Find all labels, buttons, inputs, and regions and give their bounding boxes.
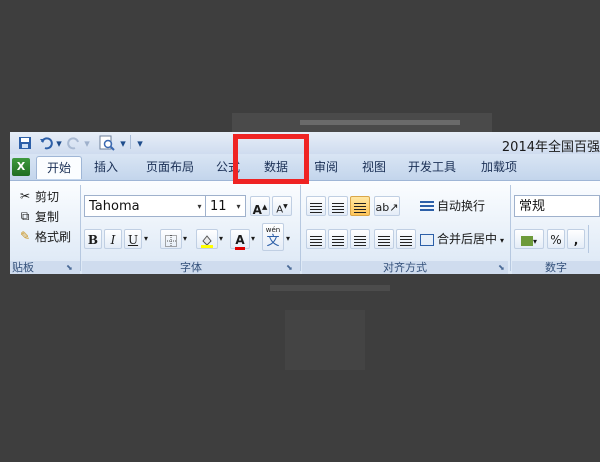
cut-label: 剪切 <box>35 189 60 204</box>
align-left-button[interactable] <box>306 229 326 249</box>
fill-color-icon <box>201 234 213 248</box>
format-painter-button[interactable]: ✎ 格式刷 <box>18 227 71 245</box>
underline-dropdown-icon[interactable]: ▾ <box>144 229 154 249</box>
decrease-indent-button[interactable] <box>374 229 394 249</box>
qa-separator <box>130 135 131 149</box>
decrease-indent-icon <box>378 235 390 246</box>
border-icon <box>165 234 177 247</box>
fill-color-dropdown-icon[interactable]: ▾ <box>219 229 229 249</box>
currency-icon <box>520 235 533 246</box>
font-size-dropdown-icon[interactable]: ▾ <box>232 195 246 217</box>
currency-button[interactable]: ▾ <box>514 229 544 249</box>
undo-icon[interactable] <box>38 135 54 151</box>
tab-page-layout[interactable]: 页面布局 <box>138 156 202 178</box>
cut-button[interactable]: ✂ 剪切 <box>18 187 59 205</box>
wrap-text-label: 自动换行 <box>437 199 486 213</box>
align-middle-icon <box>332 202 344 213</box>
copy-button[interactable]: ⧉ 复制 <box>18 207 59 225</box>
merge-center-button[interactable]: 合并后居中 ▾ <box>420 229 504 249</box>
align-bottom-button[interactable] <box>350 196 370 216</box>
phonetic-icon: 文 <box>266 234 280 249</box>
align-center-button[interactable] <box>328 229 348 249</box>
tab-home[interactable]: 开始 <box>36 156 82 179</box>
align-right-button[interactable] <box>350 229 370 249</box>
align-top-button[interactable] <box>306 196 326 216</box>
print-dropdown-icon[interactable]: ▾ <box>118 135 128 151</box>
border-dropdown-icon[interactable]: ▾ <box>183 229 193 249</box>
currency-dropdown-icon: ▾ <box>532 237 537 246</box>
font-group-label: 字体 <box>82 261 300 274</box>
align-bottom-icon <box>354 202 366 213</box>
font-launcher-icon[interactable]: ⬊ <box>286 263 293 272</box>
tab-developer[interactable]: 开发工具 <box>402 156 462 178</box>
font-color-dropdown-icon[interactable]: ▾ <box>251 229 261 249</box>
phonetic-dropdown-icon[interactable]: ▾ <box>286 229 296 249</box>
comma-button[interactable]: , <box>567 229 585 249</box>
align-left-icon <box>310 235 322 246</box>
group-separator <box>510 185 511 271</box>
font-size-input[interactable]: 11 <box>205 195 233 217</box>
tab-add-ins[interactable]: 加载项 <box>474 156 524 178</box>
background-shadow-block <box>285 310 365 370</box>
number-format-input[interactable]: 常规 <box>514 195 600 217</box>
orientation-button[interactable]: ab↗ <box>374 196 400 216</box>
cut-icon: ✂ <box>19 189 31 203</box>
merge-center-label: 合并后居中 <box>437 232 498 246</box>
undo-dropdown-icon[interactable]: ▾ <box>54 135 64 151</box>
align-top-icon <box>310 202 322 213</box>
increase-indent-icon <box>400 235 412 246</box>
font-color-icon: A <box>235 233 245 250</box>
excel-icon[interactable]: X <box>12 158 30 176</box>
orientation-icon: ab↗ <box>375 201 399 214</box>
border-button[interactable] <box>160 229 182 249</box>
format-painter-label: 格式刷 <box>35 229 72 244</box>
ribbon-panel-home: ✂ 剪切 ⧉ 复制 ✎ 格式刷 贴板 ⬊ Tahoma ▾ 11 ▾ A▲ A▼… <box>10 180 600 274</box>
copy-icon: ⧉ <box>20 208 30 223</box>
bold-button[interactable]: B <box>84 229 102 249</box>
align-middle-button[interactable] <box>328 196 348 216</box>
alignment-launcher-icon[interactable]: ⬊ <box>498 263 505 272</box>
background-shadow <box>270 285 390 291</box>
tab-insert[interactable]: 插入 <box>86 156 126 178</box>
grow-font-button[interactable]: A▲ <box>250 196 270 217</box>
redo-icon[interactable] <box>66 135 82 151</box>
group-separator <box>300 185 301 271</box>
format-painter-icon: ✎ <box>19 229 31 243</box>
underline-button[interactable]: U <box>124 229 142 249</box>
align-center-icon <box>332 235 344 246</box>
grow-font-icon: A <box>252 203 262 217</box>
phonetic-button[interactable]: wén 文 <box>262 223 284 251</box>
document-title: 2014年全国百强 <box>501 140 600 155</box>
alignment-group-label: 对齐方式 <box>302 261 508 274</box>
print-preview-icon[interactable] <box>96 135 118 151</box>
customize-quick-access-icon[interactable]: ▾ <box>134 135 146 151</box>
launcher-icon[interactable]: ⬊ <box>66 263 73 272</box>
font-name-input[interactable]: Tahoma <box>84 195 194 217</box>
tab-view[interactable]: 视图 <box>354 156 394 178</box>
group-separator <box>588 225 589 253</box>
tab-review[interactable]: 审阅 <box>306 156 346 178</box>
percent-button[interactable]: % <box>547 229 565 249</box>
increase-indent-button[interactable] <box>396 229 416 249</box>
fill-color-button[interactable] <box>196 229 218 249</box>
copy-label: 复制 <box>35 209 60 224</box>
redo-dropdown-icon[interactable]: ▾ <box>82 135 92 151</box>
font-color-button[interactable]: A <box>230 229 250 250</box>
italic-button[interactable]: I <box>104 229 122 249</box>
save-icon[interactable] <box>16 135 34 151</box>
wrap-text-icon <box>420 200 434 213</box>
number-group-label: 数字 <box>512 261 600 274</box>
shrink-font-button[interactable]: A▼ <box>272 196 292 216</box>
merge-dropdown-icon[interactable]: ▾ <box>500 236 504 245</box>
align-right-icon <box>354 235 366 246</box>
background-text-shadow <box>300 120 460 125</box>
group-separator <box>80 185 81 271</box>
wrap-text-button[interactable]: 自动换行 <box>420 196 485 216</box>
highlight-box <box>233 134 309 184</box>
merge-center-icon <box>420 233 434 246</box>
